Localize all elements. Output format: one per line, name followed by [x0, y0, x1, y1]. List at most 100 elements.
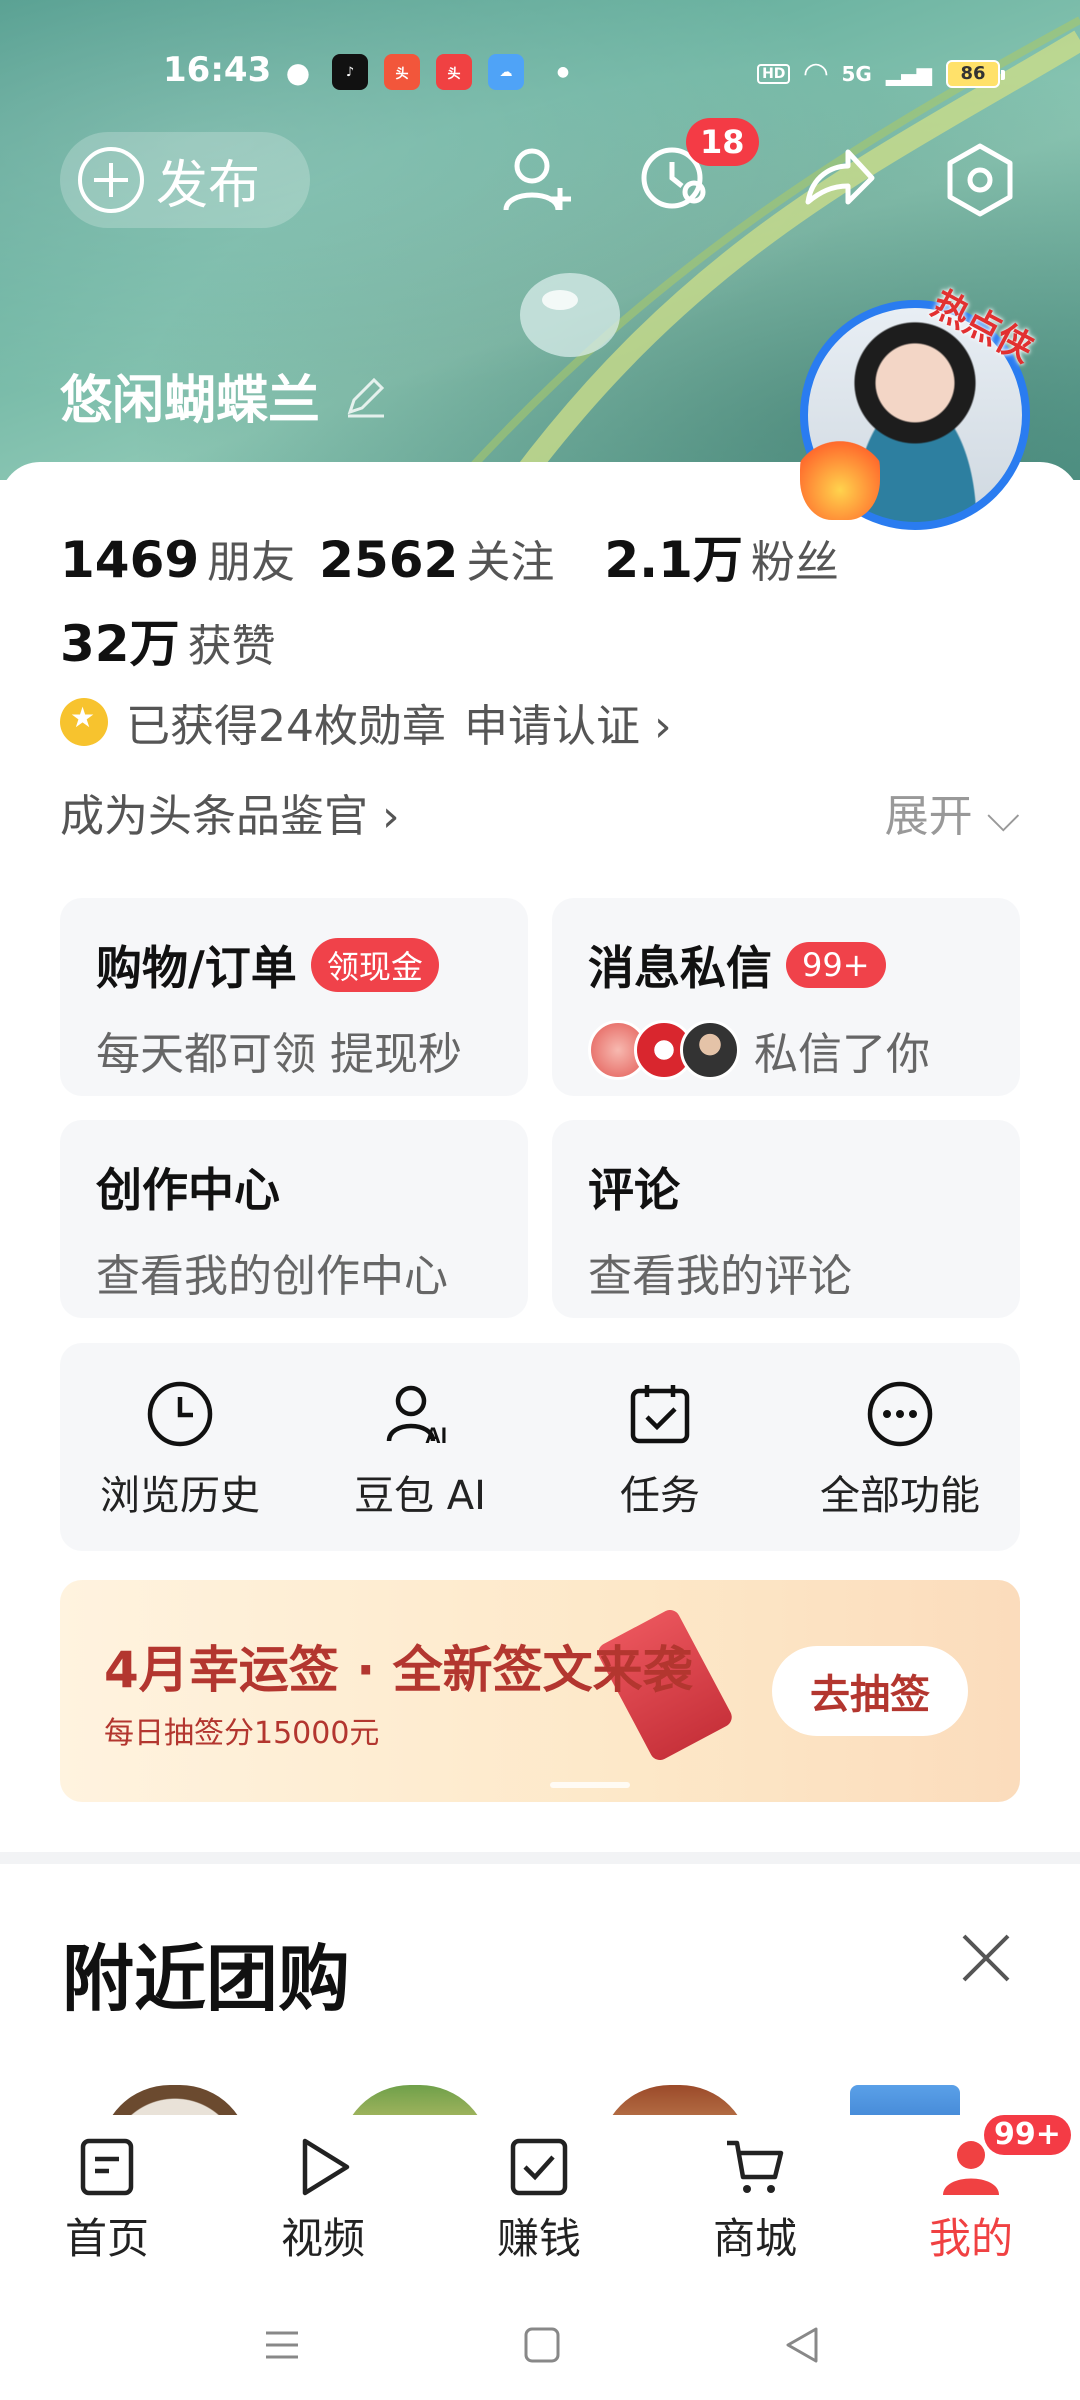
- more-circle-icon: [867, 1381, 933, 1447]
- tab-label: 首页: [64, 2214, 149, 2263]
- video-icon: [302, 2138, 350, 2196]
- stats: 1469 朋友 2562 关注 2.1万 粉丝 32万 获赞: [60, 520, 900, 673]
- douyin-icon: ♪: [332, 54, 368, 90]
- svg-text:AI: AI: [425, 1423, 447, 1448]
- system-nav-bar: [0, 2285, 1080, 2400]
- notifications-badge: 18: [686, 118, 759, 166]
- medal-row[interactable]: 已获得24枚勋章 申请认证 ›: [60, 690, 672, 754]
- toutiao-lite-icon: 头: [384, 54, 420, 90]
- func-all[interactable]: 全部功能: [780, 1343, 1020, 1551]
- toutiao-icon: 头: [436, 54, 472, 90]
- settings-icon[interactable]: [940, 140, 1020, 220]
- weather-icon: ☁: [488, 54, 524, 90]
- card-title: 购物/订单 领现金: [96, 932, 528, 998]
- menu-icon[interactable]: [262, 2325, 302, 2365]
- tab-earn[interactable]: 赚钱: [474, 2135, 604, 2266]
- shop-sub: 每天都可领 提现秒: [96, 1029, 462, 1080]
- stat-friends[interactable]: 1469 朋友: [60, 526, 295, 590]
- cart-icon: [727, 2140, 784, 2193]
- username: 悠闲蝴蝶兰: [60, 371, 321, 431]
- wechat-icon: ●: [285, 55, 311, 89]
- tab-label: 视频: [280, 2214, 365, 2263]
- nearby-title: 附近团购: [62, 1937, 351, 2021]
- following-label: 关注: [466, 537, 555, 588]
- hd-icon: HD: [757, 63, 791, 84]
- calendar-check-icon: [630, 1385, 690, 1444]
- create-sub: 查看我的创作中心: [96, 1251, 448, 1302]
- avatar-container[interactable]: 热点侠: [800, 284, 1040, 530]
- section-divider: [0, 1852, 1080, 1864]
- draw-button[interactable]: 去抽签: [772, 1646, 968, 1736]
- create-title: 创作中心: [96, 1163, 280, 1217]
- comment-title: 评论: [588, 1163, 680, 1217]
- message-count-pill: 99+: [786, 942, 886, 988]
- shop-title: 购物/订单: [96, 941, 297, 995]
- tab-label: 我的: [928, 2214, 1013, 2263]
- func-doubao-ai[interactable]: AI 豆包 AI: [300, 1343, 540, 1551]
- signal-icon: ▂▄▆: [885, 61, 932, 86]
- func-label: 任务: [620, 1473, 700, 1519]
- card-creator-center[interactable]: 创作中心 查看我的创作中心: [60, 1120, 528, 1318]
- status-bar: 16:43 ● ♪ 头 头 ☁ ● HD ◠ 5G ▂▄▆ 86: [0, 40, 1080, 104]
- stats-row-2: 32万 获赞: [60, 604, 900, 673]
- share-icon[interactable]: [798, 140, 878, 220]
- func-label: 豆包 AI: [354, 1473, 486, 1519]
- tab-mine[interactable]: 我的 99+: [906, 2115, 1071, 2266]
- banner-title: 4月幸运签 · 全新签文来袭: [104, 1641, 693, 1699]
- flame-icon: [800, 420, 880, 520]
- func-tasks[interactable]: 任务: [540, 1343, 780, 1551]
- following-count: 2562: [319, 531, 459, 589]
- back-icon[interactable]: [782, 2325, 822, 2365]
- card-comments[interactable]: 评论 查看我的评论: [552, 1120, 1020, 1318]
- close-icon[interactable]: [956, 1928, 1016, 1988]
- publish-button[interactable]: 发布: [60, 132, 310, 228]
- stat-following[interactable]: 2562 关注: [319, 526, 554, 590]
- pinjian-link[interactable]: 成为头条品鉴官 ›: [60, 780, 400, 844]
- friends-count: 1469: [60, 531, 200, 589]
- fans-label: 粉丝: [750, 537, 839, 588]
- plus-circle-icon: [78, 147, 144, 213]
- tab-label: 赚钱: [496, 2214, 581, 2263]
- ai-user-icon: AI: [386, 1385, 447, 1448]
- bottom-nav: 首页 视频 赚钱 商城 我的 99+: [0, 2115, 1080, 2285]
- username-row[interactable]: 悠闲蝴蝶兰: [60, 358, 388, 433]
- more-dot-icon: ●: [556, 64, 570, 80]
- friends-label: 朋友: [207, 537, 296, 588]
- notifications-button[interactable]: 18: [638, 118, 759, 220]
- publish-label: 发布: [156, 155, 261, 216]
- battery-icon: 86: [946, 59, 1005, 88]
- card-shopping-orders[interactable]: 购物/订单 领现金 每天都可领 提现秒: [60, 898, 528, 1096]
- edit-pencil-icon[interactable]: [344, 374, 388, 418]
- function-strip: 浏览历史 AI 豆包 AI 任务 全部功能: [60, 1343, 1020, 1551]
- fans-count: 2.1万: [604, 531, 743, 589]
- medal-text: 已获得24枚勋章: [126, 701, 446, 752]
- medal-icon: [60, 698, 108, 746]
- func-label: 浏览历史: [100, 1473, 260, 1519]
- likes-count: 32万: [60, 615, 180, 673]
- cash-pill: 领现金: [310, 938, 439, 992]
- likes-label: 获赞: [187, 621, 276, 672]
- tab-mall[interactable]: 商城: [690, 2135, 820, 2266]
- earn-icon: [510, 2138, 568, 2196]
- stat-fans[interactable]: 2.1万 粉丝: [604, 520, 839, 592]
- expand-button[interactable]: 展开 ⌵: [885, 780, 1020, 844]
- stat-likes[interactable]: 32万 获赞: [60, 604, 276, 676]
- card-messages[interactable]: 消息私信 99+ 私信了你: [552, 898, 1020, 1096]
- carousel-indicator: [550, 1782, 630, 1788]
- status-right: HD ◠ 5G ▂▄▆ 86: [757, 56, 1005, 91]
- message-title: 消息私信: [588, 941, 772, 995]
- add-friend-icon[interactable]: [498, 140, 578, 220]
- network-label: 5G: [841, 61, 872, 86]
- message-sub: 私信了你: [588, 1018, 1020, 1082]
- home-square-icon[interactable]: [522, 2325, 562, 2365]
- func-history[interactable]: 浏览历史: [60, 1343, 300, 1551]
- message-sub-text: 私信了你: [754, 1029, 930, 1080]
- status-time: 16:43: [163, 50, 272, 90]
- lucky-draw-banner[interactable]: 4月幸运签 · 全新签文来袭 每日抽签分15000元 去抽签: [60, 1580, 1020, 1802]
- tab-label: 商城: [712, 2214, 797, 2263]
- tab-video[interactable]: 视频: [258, 2135, 388, 2266]
- tab-home[interactable]: 首页: [42, 2135, 172, 2266]
- comment-sub: 查看我的评论: [588, 1251, 852, 1302]
- apply-verify-link[interactable]: 申请认证 ›: [464, 690, 672, 754]
- avatar: [680, 1020, 740, 1080]
